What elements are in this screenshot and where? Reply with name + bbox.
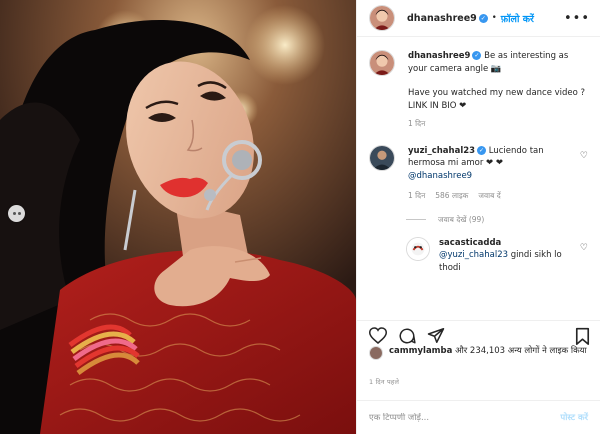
author-username[interactable]: dhanashree9 [407,13,477,24]
post-comment-button[interactable]: पोस्ट करें [560,412,588,423]
view-replies-label[interactable]: जवाब देखें (99) [438,215,484,225]
caption: dhanashree9 ✓ Be as interesting as your c… [369,50,588,131]
share-paper-plane-icon[interactable] [427,327,445,344]
liker-username[interactable]: cammylamba [389,346,452,356]
comment-input[interactable] [369,412,561,423]
carousel-indicator-icon[interactable] [8,205,25,222]
reply-avatar[interactable] [406,236,430,261]
comments-list: dhanashree9 ✓ Be as interesting as your c… [357,50,600,274]
verified-badge-icon: ✓ [477,145,487,155]
reply-username[interactable]: sacasticadda [439,238,501,248]
separator-dot: • [491,13,497,23]
post-side-panel: dhanashree9 ✓ • फ़ॉलो करें ••• dhanashre… [356,0,600,434]
likes-summary: cammylamba और 234,103 अन्य लोगों ने लाइक… [369,345,588,360]
comment-like-icon[interactable]: ♡ [580,151,588,161]
photo-illustration [0,0,356,434]
comment-likes[interactable]: 586 लाइक [435,190,468,203]
follow-button[interactable]: फ़ॉलो करें [501,12,534,25]
caption-avatar[interactable] [369,50,395,76]
comment-box: पोस्ट करें [357,400,600,434]
post-time[interactable]: 1 दिन पहले [369,377,399,386]
replies-divider [406,219,426,220]
comment-item: yuzi_chahal23 ✓ Luciendo tan hermosa mi a… [369,144,588,203]
post-header: dhanashree9 ✓ • फ़ॉलो करें ••• [357,0,600,37]
comment-mention[interactable]: @dhanashree9 [408,170,574,183]
reply-like-icon[interactable]: ♡ [580,243,588,253]
post-photo[interactable] [0,0,356,434]
liker-avatar[interactable] [369,346,383,360]
comment-bubble-icon[interactable] [398,327,416,345]
reply-item: sacasticadda @yuzi_chahal23 gindi sikh l… [406,236,588,275]
action-bar [357,320,600,345]
commenter-avatar[interactable] [369,144,395,171]
caption-line2: Have you watched my new dance video ? LI… [408,88,586,111]
view-replies-button[interactable]: जवाब देखें (99) [406,215,588,225]
caption-username[interactable]: dhanashree9 [408,51,470,61]
verified-badge-icon: ✓ [478,13,488,23]
like-heart-icon[interactable] [369,327,387,344]
comment-username[interactable]: yuzi_chahal23 [408,146,475,156]
author-avatar[interactable] [369,5,395,31]
reply-button[interactable]: जवाब दें [478,190,500,203]
verified-badge-icon: ✓ [472,51,482,60]
more-options-icon[interactable]: ••• [564,11,590,26]
comment-time[interactable]: 1 दिन [408,190,425,203]
caption-time[interactable]: 1 दिन [408,118,588,131]
save-bookmark-icon[interactable] [575,327,590,345]
reply-mention[interactable]: @yuzi_chahal23 [439,250,508,260]
likes-count-text[interactable]: और 234,103 अन्य लोगों ने लाइक किया [455,346,587,356]
